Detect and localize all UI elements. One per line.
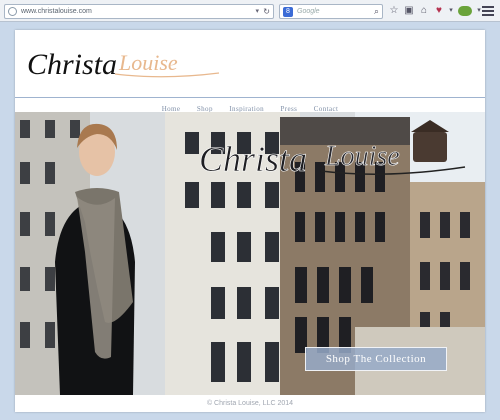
address-text: www.christalouise.com: [21, 8, 92, 15]
shop-collection-button[interactable]: Shop The Collection: [305, 347, 447, 371]
dropdown-icon[interactable]: ▾: [255, 6, 259, 18]
site-footer: © Christa Louise, LLC 2014: [15, 395, 485, 412]
site-logo[interactable]: Christa Louise: [23, 40, 223, 90]
pocket-icon[interactable]: ♥: [433, 4, 445, 18]
web-page: Christa Louise Home Shop Inspiration Pre…: [15, 30, 485, 412]
site-header: Christa Louise: [15, 30, 485, 98]
hero-banner: Christa Louise Shop The Collection: [15, 112, 485, 395]
chevron-down-icon[interactable]: ▾: [445, 4, 457, 18]
clipboard-icon[interactable]: ▣: [403, 4, 415, 18]
main-nav: Home Shop Inspiration Press Contact: [15, 98, 485, 113]
google-icon[interactable]: 8: [283, 7, 293, 17]
search-bar[interactable]: 8 Google ⌕: [279, 4, 383, 19]
hero-logo-overlay: Christa Louise: [199, 139, 466, 179]
star-icon[interactable]: ☆: [388, 4, 400, 18]
logo-text-louise: Louise: [118, 50, 178, 75]
hero-logo-christa: Christa: [199, 139, 307, 179]
home-icon[interactable]: ⌂: [418, 4, 430, 18]
hero-logo-louise: Louise: [324, 141, 400, 172]
address-bar[interactable]: www.christalouise.com ▾ ↻: [4, 4, 274, 19]
browser-toolbar: www.christalouise.com ▾ ↻ 8 Google ⌕ ☆ ▣…: [0, 0, 500, 22]
reload-icon[interactable]: ↻: [263, 6, 270, 18]
logo-text-christa: Christa: [27, 48, 117, 81]
search-icon[interactable]: ⌕: [374, 5, 379, 18]
search-placeholder: Google: [297, 8, 320, 15]
menu-icon[interactable]: [482, 6, 494, 16]
globe-icon: [8, 7, 17, 16]
addon-icon[interactable]: [458, 6, 472, 16]
